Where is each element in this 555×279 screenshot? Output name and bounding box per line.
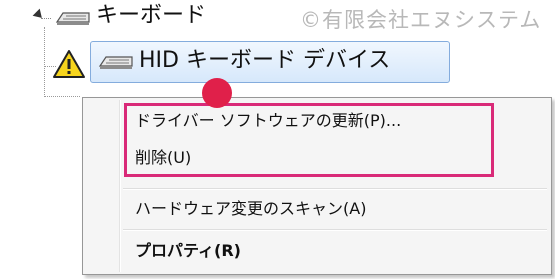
tree-node-hid-keyboard[interactable]: HID キーボード デバイス	[90, 41, 450, 83]
click-marker	[202, 78, 232, 108]
highlight-frame	[124, 103, 494, 177]
menu-separator	[123, 188, 547, 190]
watermark: ©有限会社エヌシステム	[300, 8, 542, 32]
menu-item-scan-hardware[interactable]: ハードウェア変更のスキャン(A)	[135, 199, 366, 219]
triangle-expanded-icon[interactable]	[32, 8, 46, 22]
tree-node-label: HID キーボード デバイス	[139, 48, 391, 73]
tree-guide	[44, 27, 45, 97]
warning-icon	[53, 50, 85, 78]
tree-node-keyboards[interactable]: キーボード	[96, 2, 206, 30]
menu-separator	[123, 229, 547, 231]
keyboard-icon	[98, 56, 133, 69]
keyboard-icon	[55, 12, 90, 25]
tree-guide-branch-lower	[44, 96, 80, 97]
menu-gutter	[119, 100, 121, 272]
tree-connector	[41, 18, 51, 19]
menu-item-properties[interactable]: プロパティ(R)	[135, 241, 241, 261]
